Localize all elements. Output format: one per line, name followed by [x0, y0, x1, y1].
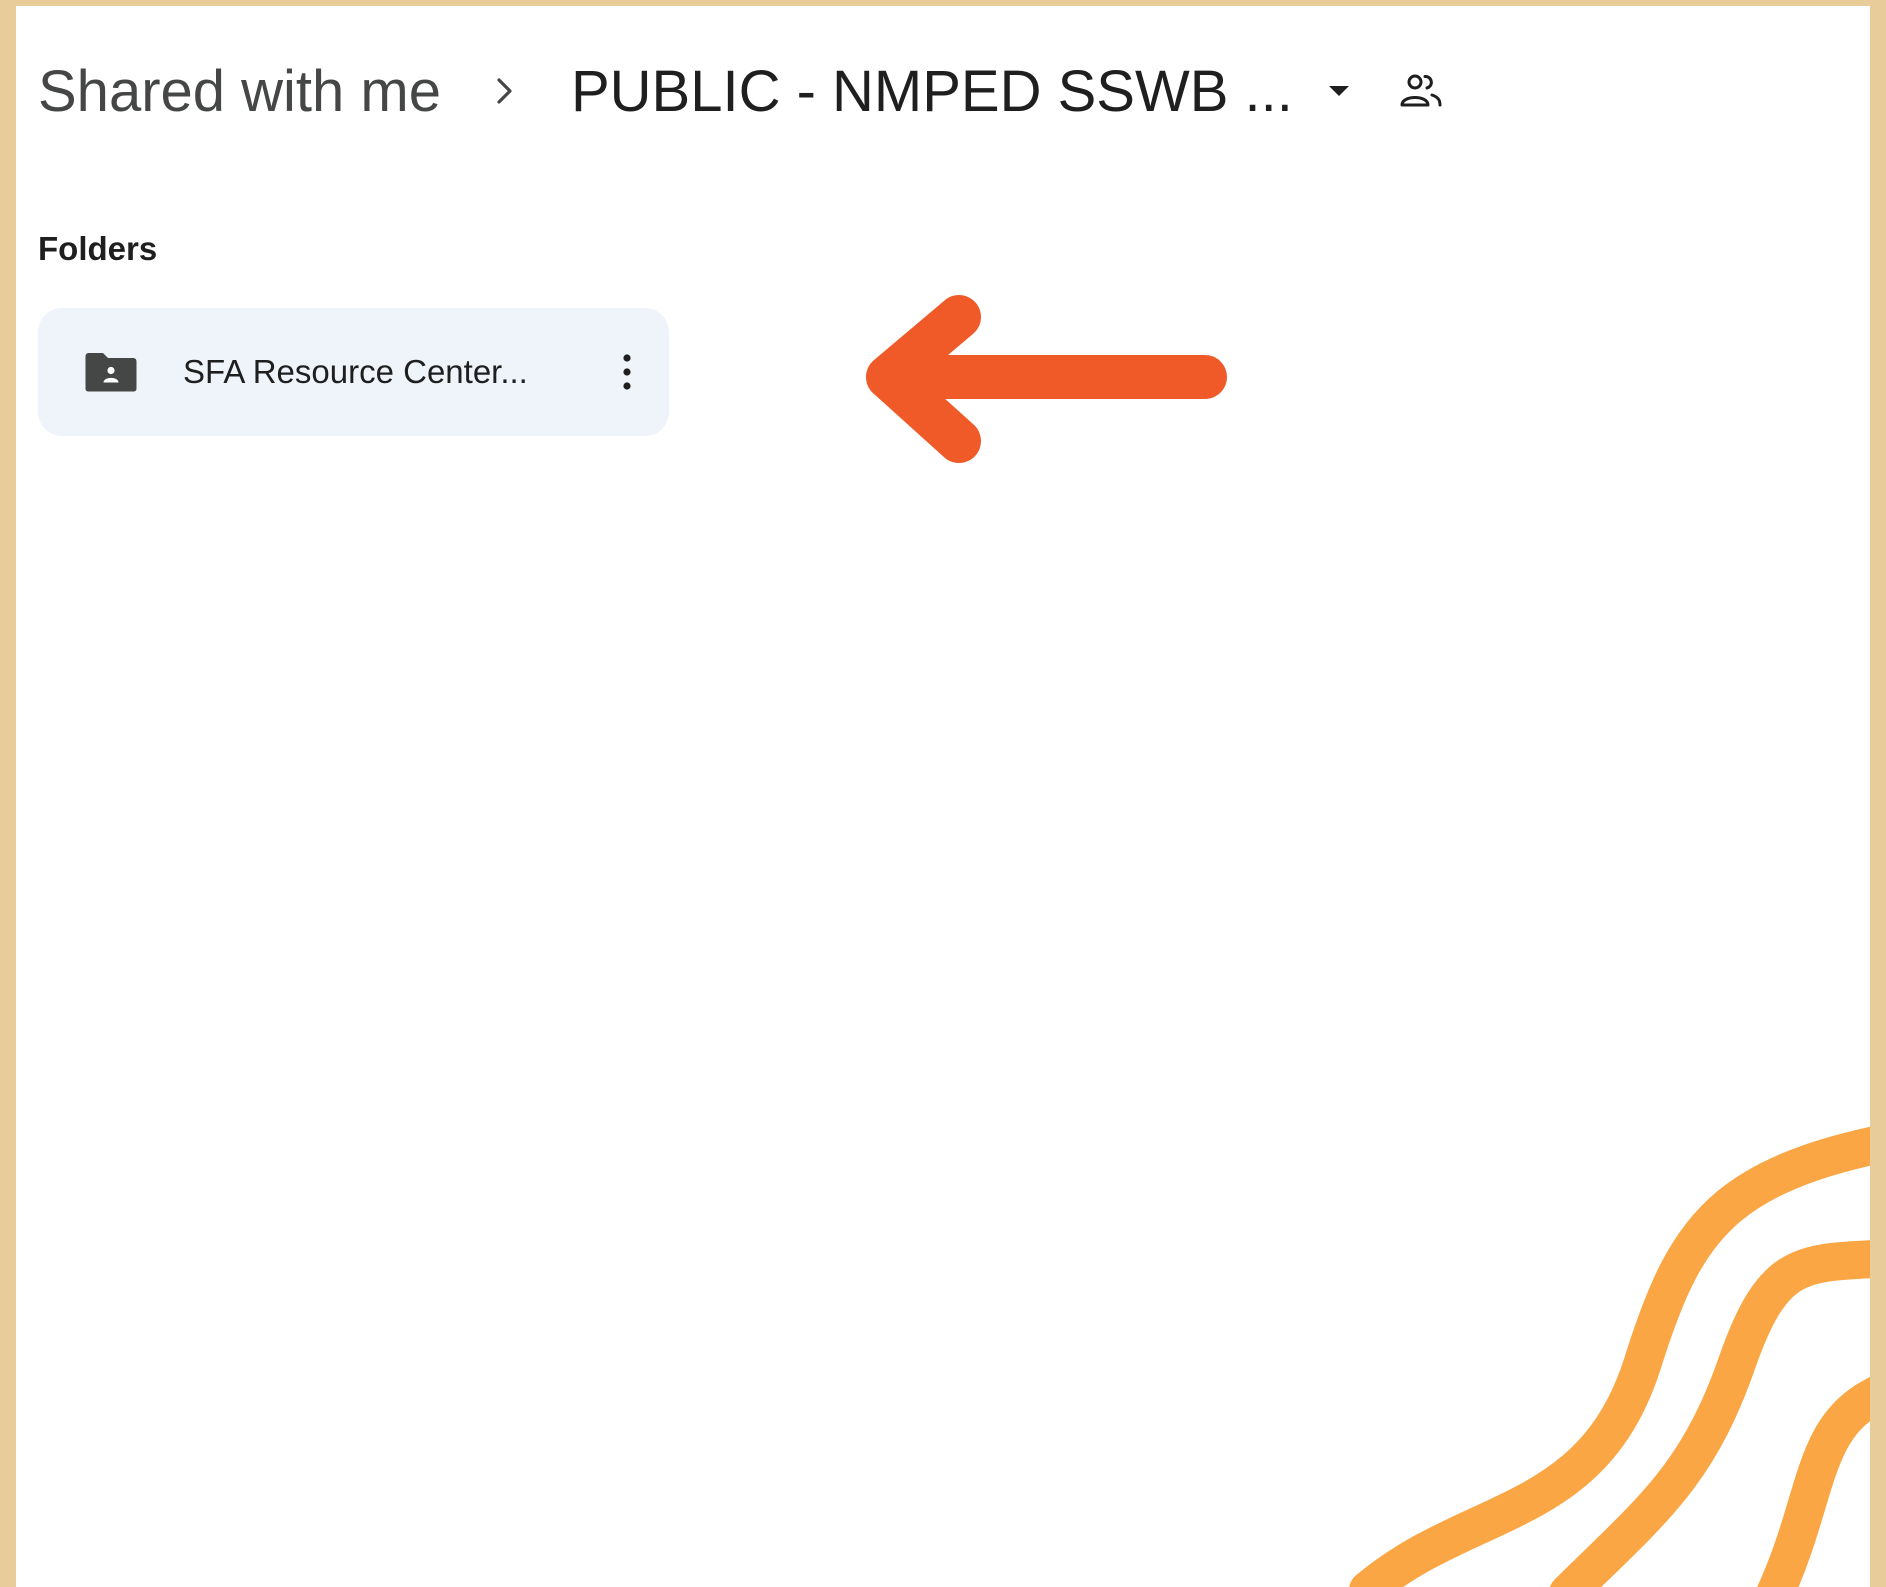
decorative-waves: [1349, 1126, 1870, 1587]
drive-panel: Shared with me PUBLIC - NMPED SSWB ... F…: [16, 6, 1870, 1587]
